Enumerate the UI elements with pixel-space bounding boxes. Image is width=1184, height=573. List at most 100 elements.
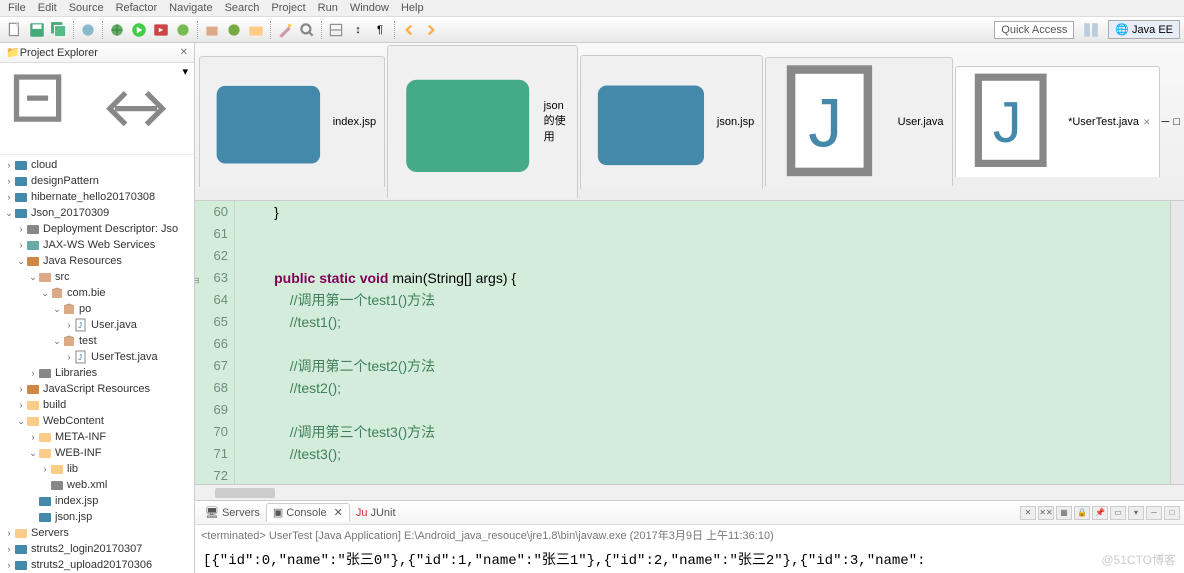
tree-item[interactable]: ›hibernate_hello20170308: [0, 189, 194, 205]
editor-tab[interactable]: J*UserTest.java✕: [955, 66, 1160, 177]
code-line[interactable]: [235, 399, 1184, 421]
code-line[interactable]: //test2();: [235, 377, 1184, 399]
twisty-icon[interactable]: ›: [4, 528, 14, 538]
tree-item[interactable]: ⌄test: [0, 333, 194, 349]
new-folder-icon[interactable]: [247, 21, 265, 39]
link-editor-icon[interactable]: [94, 65, 178, 152]
clear-console-icon[interactable]: ▦: [1056, 506, 1072, 520]
twisty-icon[interactable]: ⌄: [40, 288, 50, 299]
save-all-icon[interactable]: [50, 21, 68, 39]
pin-console-icon[interactable]: 📌: [1092, 506, 1108, 520]
code-line[interactable]: [235, 245, 1184, 267]
project-tree[interactable]: ›cloud›designPattern›hibernate_hello2017…: [0, 155, 194, 573]
twisty-icon[interactable]: ⌄: [16, 416, 26, 427]
perspective-java-ee[interactable]: 🌐 Java EE: [1108, 20, 1180, 39]
tree-item[interactable]: ›Libraries: [0, 365, 194, 381]
tree-item[interactable]: ⌄po: [0, 301, 194, 317]
tree-item[interactable]: ›struts2_upload20170306: [0, 557, 194, 573]
editor-tab[interactable]: json的使用: [387, 45, 578, 198]
view-menu-icon[interactable]: ▾: [182, 65, 188, 152]
twisty-icon[interactable]: ⌄: [52, 336, 62, 347]
maximize-icon[interactable]: □: [1173, 116, 1180, 128]
menu-navigate[interactable]: Navigate: [169, 2, 212, 14]
code-line[interactable]: //调用第二个test2()方法: [235, 355, 1184, 377]
tree-item[interactable]: ›JavaScript Resources: [0, 381, 194, 397]
run-on-server-icon[interactable]: [174, 21, 192, 39]
twisty-icon[interactable]: ›: [40, 464, 50, 474]
twisty-icon[interactable]: ⌄: [28, 448, 38, 459]
code-line[interactable]: //test3();: [235, 443, 1184, 465]
close-tab-icon[interactable]: ✕: [1143, 117, 1151, 128]
code-line[interactable]: }: [235, 201, 1184, 223]
editor-tab[interactable]: json.jsp: [580, 55, 763, 189]
twisty-icon[interactable]: ›: [64, 352, 74, 362]
twisty-icon[interactable]: ›: [16, 400, 26, 410]
maximize-icon[interactable]: □: [1164, 506, 1180, 520]
twisty-icon[interactable]: ›: [4, 544, 14, 554]
code-line[interactable]: //调用第三个test3()方法: [235, 421, 1184, 443]
horizontal-scrollbar[interactable]: [195, 484, 1184, 500]
code-editor[interactable]: } public static void main(String[] args)…: [235, 201, 1184, 484]
menu-help[interactable]: Help: [401, 2, 424, 14]
twisty-icon[interactable]: ›: [16, 240, 26, 250]
cursor-icon[interactable]: ↕: [349, 21, 367, 39]
menu-project[interactable]: Project: [271, 2, 305, 14]
tree-item[interactable]: ›designPattern: [0, 173, 194, 189]
tree-item[interactable]: ⌄WEB-INF: [0, 445, 194, 461]
tree-item[interactable]: ⌄Java Resources: [0, 253, 194, 269]
menu-refactor[interactable]: Refactor: [116, 2, 158, 14]
tree-item[interactable]: ›META-INF: [0, 429, 194, 445]
menu-run[interactable]: Run: [318, 2, 338, 14]
code-line[interactable]: //test1();: [235, 311, 1184, 333]
tree-item[interactable]: ›JAX-WS Web Services: [0, 237, 194, 253]
tree-item[interactable]: ›JUserTest.java: [0, 349, 194, 365]
overview-ruler[interactable]: [1170, 201, 1184, 484]
tree-item[interactable]: ⌄src: [0, 269, 194, 285]
twisty-icon[interactable]: ›: [4, 160, 14, 170]
display-selected-icon[interactable]: ▭: [1110, 506, 1126, 520]
menu-edit[interactable]: Edit: [38, 2, 57, 14]
remove-launch-icon[interactable]: ✕: [1020, 506, 1036, 520]
run-icon[interactable]: [130, 21, 148, 39]
tree-item[interactable]: ⌄WebContent: [0, 413, 194, 429]
console-output[interactable]: [{"id":0,"name":"张三0"},{"id":1,"name":"张…: [195, 545, 1184, 573]
tab-console[interactable]: ▣Console✕: [266, 503, 350, 522]
minimize-icon[interactable]: ─: [1146, 506, 1162, 520]
tree-item[interactable]: ›Deployment Descriptor: Jso: [0, 221, 194, 237]
editor-tab[interactable]: index.jsp: [199, 56, 385, 187]
paragraph-icon[interactable]: ¶: [371, 21, 389, 39]
run-ext-icon[interactable]: [152, 21, 170, 39]
tab-servers[interactable]: 🖥Servers: [199, 504, 266, 521]
tree-item[interactable]: web.xml: [0, 477, 194, 493]
save-icon[interactable]: [28, 21, 46, 39]
tree-item[interactable]: index.jsp: [0, 493, 194, 509]
code-line[interactable]: public static void main(String[] args) {: [235, 267, 1184, 289]
editor-tab[interactable]: JUser.java: [765, 57, 952, 186]
twisty-icon[interactable]: ⌄: [52, 304, 62, 315]
search-icon[interactable]: [298, 21, 316, 39]
code-line[interactable]: [235, 223, 1184, 245]
tree-item[interactable]: json.jsp: [0, 509, 194, 525]
menu-window[interactable]: Window: [350, 2, 389, 14]
menu-source[interactable]: Source: [69, 2, 104, 14]
tree-item[interactable]: ›struts2_login20170307: [0, 541, 194, 557]
tree-item[interactable]: ›JUser.java: [0, 317, 194, 333]
code-line[interactable]: [235, 465, 1184, 484]
twisty-icon[interactable]: ⌄: [16, 256, 26, 267]
twisty-icon[interactable]: ›: [28, 432, 38, 442]
minimize-icon[interactable]: ─: [1162, 116, 1170, 128]
debug-icon[interactable]: [108, 21, 126, 39]
twisty-icon[interactable]: ›: [16, 384, 26, 394]
code-line[interactable]: //调用第一个test1()方法: [235, 289, 1184, 311]
close-icon[interactable]: ✕: [334, 506, 343, 519]
open-console-icon[interactable]: ▾: [1128, 506, 1144, 520]
remove-all-icon[interactable]: ✕✕: [1038, 506, 1054, 520]
twisty-icon[interactable]: ⌄: [28, 272, 38, 283]
open-type-icon[interactable]: [79, 21, 97, 39]
quick-access-input[interactable]: Quick Access: [994, 21, 1074, 39]
twisty-icon[interactable]: ⌄: [4, 208, 14, 219]
twisty-icon[interactable]: ›: [4, 192, 14, 202]
scroll-lock-icon[interactable]: 🔒: [1074, 506, 1090, 520]
perspective-switch-icon[interactable]: [1082, 21, 1100, 39]
twisty-icon[interactable]: ›: [4, 176, 14, 186]
